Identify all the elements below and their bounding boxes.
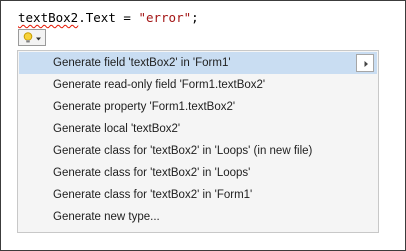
menu-item-label: Generate read-only field 'Form1.textBox2… xyxy=(53,79,266,91)
menu-item-generate-new-type[interactable]: Generate new type... xyxy=(19,206,377,228)
quick-actions-menu: Generate field 'textBox2' in 'Form1' Gen… xyxy=(17,50,379,233)
code-terminator: ; xyxy=(191,10,199,25)
menu-item-label: Generate class for 'textBox2' in 'Form1' xyxy=(53,189,253,201)
menu-item-label: Generate field 'textBox2' in 'Form1' xyxy=(53,57,231,69)
chevron-right-icon xyxy=(364,61,368,67)
menu-item-label: Generate property 'Form1.textBox2' xyxy=(53,101,236,113)
menu-item-label: Generate local 'textBox2' xyxy=(53,123,181,135)
menu-item-label: Generate class for 'textBox2' in 'Loops'… xyxy=(53,145,313,157)
editor-window: textBox2.Text = "error"; Generate field … xyxy=(0,0,406,251)
menu-item-generate-local[interactable]: Generate local 'textBox2' xyxy=(19,118,377,140)
menu-item-generate-property[interactable]: Generate property 'Form1.textBox2' xyxy=(19,96,377,118)
menu-item-label: Generate new type... xyxy=(53,211,160,223)
code-text: .Text = xyxy=(78,10,139,25)
menu-item-generate-class-loops[interactable]: Generate class for 'textBox2' in 'Loops' xyxy=(19,162,377,184)
menu-item-generate-class-new-file[interactable]: Generate class for 'textBox2' in 'Loops'… xyxy=(19,140,377,162)
lightbulb-icon xyxy=(23,32,33,43)
chevron-down-icon xyxy=(36,37,41,41)
menu-item-generate-readonly-field[interactable]: Generate read-only field 'Form1.textBox2… xyxy=(19,74,377,96)
string-literal: "error" xyxy=(138,10,192,25)
menu-item-label: Generate class for 'textBox2' in 'Loops' xyxy=(53,167,251,179)
code-line[interactable]: textBox2.Text = "error"; xyxy=(18,10,199,26)
menu-item-generate-field[interactable]: Generate field 'textBox2' in 'Form1' xyxy=(19,52,377,74)
quick-actions-button[interactable] xyxy=(18,29,46,46)
preview-changes-button[interactable] xyxy=(356,54,374,72)
menu-item-generate-class-form1[interactable]: Generate class for 'textBox2' in 'Form1' xyxy=(19,184,377,206)
error-identifier[interactable]: textBox2 xyxy=(18,10,78,25)
